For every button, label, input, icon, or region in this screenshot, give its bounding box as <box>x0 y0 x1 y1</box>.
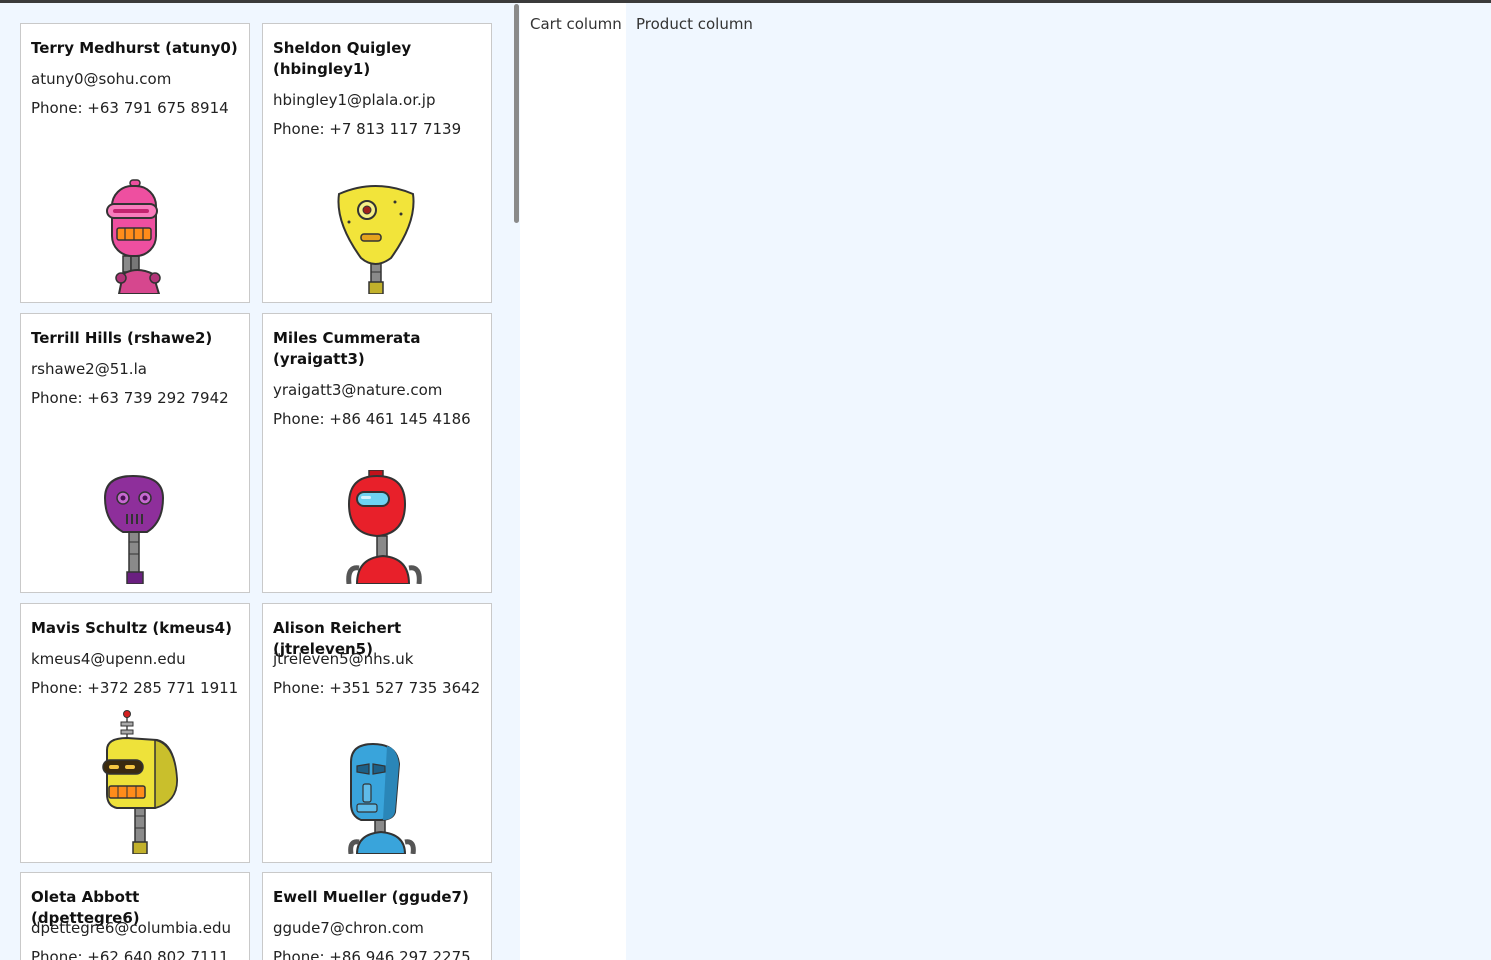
user-email: jtreleven5@nhs.uk <box>273 650 414 668</box>
user-email: atuny0@sohu.com <box>31 70 172 88</box>
user-phone: Phone: +63 739 292 7942 <box>31 389 229 407</box>
user-email: rshawe2@51.la <box>31 360 147 378</box>
user-phone: Phone: +86 946 297 2275 <box>273 948 471 960</box>
user-card[interactable]: Terry Medhurst (atuny0) atuny0@sohu.com … <box>20 23 250 303</box>
yellow-cyclops-robot-icon <box>337 185 415 294</box>
user-email: hbingley1@plala.or.jp <box>273 91 436 109</box>
user-phone: Phone: +63 791 675 8914 <box>31 99 229 117</box>
user-name: Mavis Schultz (kmeus4) <box>31 619 232 637</box>
user-phone: Phone: +62 640 802 7111 <box>31 948 229 960</box>
purple-robot-icon <box>103 474 165 584</box>
product-column-label: Product column <box>636 15 753 33</box>
product-column: Product column <box>626 3 1491 960</box>
yellow-antenna-robot-icon <box>102 710 179 854</box>
pink-robot-icon <box>106 179 161 294</box>
user-phone: Phone: +86 461 145 4186 <box>273 410 471 428</box>
user-card[interactable]: Oleta Abbott (dpettegre6) dpettegre6@col… <box>20 872 250 960</box>
user-name: Ewell Mueller (ggude7) <box>273 888 469 906</box>
user-email: ggude7@chron.com <box>273 919 424 937</box>
user-card[interactable]: Sheldon Quigley (hbingley1) hbingley1@pl… <box>262 23 492 303</box>
user-email: yraigatt3@nature.com <box>273 381 443 399</box>
scrollbar-thumb[interactable] <box>514 4 519 223</box>
user-name: Terrill Hills (rshawe2) <box>31 329 213 347</box>
user-phone: Phone: +372 285 771 1911 <box>31 679 239 697</box>
user-email: dpettegre6@columbia.edu <box>31 919 232 937</box>
user-name: Miles Cummerata (yraigatt3) <box>273 329 421 368</box>
user-card[interactable]: Mavis Schultz (kmeus4) kmeus4@upenn.edu … <box>20 603 250 863</box>
user-card[interactable]: Alison Reichert (jtreleven5) jtreleven5@… <box>262 603 492 863</box>
user-card[interactable]: Miles Cummerata (yraigatt3) yraigatt3@na… <box>262 313 492 593</box>
cart-column-label: Cart column <box>530 15 622 33</box>
cart-column: Cart column <box>520 3 626 960</box>
user-name: Sheldon Quigley (hbingley1) <box>273 39 412 78</box>
user-name: Terry Medhurst (atuny0) <box>31 39 238 57</box>
user-phone: Phone: +351 527 735 3642 <box>273 679 481 697</box>
user-card[interactable]: Terrill Hills (rshawe2) rshawe2@51.la Ph… <box>20 313 250 593</box>
blue-robot-icon <box>348 742 416 854</box>
users-column: Terry Medhurst (atuny0) atuny0@sohu.com … <box>0 3 512 960</box>
red-robot-icon <box>346 470 422 584</box>
user-phone: Phone: +7 813 117 7139 <box>273 120 462 138</box>
users-scrollbar[interactable] <box>512 3 520 960</box>
user-email: kmeus4@upenn.edu <box>31 650 186 668</box>
user-card[interactable]: Ewell Mueller (ggude7) ggude7@chron.com … <box>262 872 492 960</box>
